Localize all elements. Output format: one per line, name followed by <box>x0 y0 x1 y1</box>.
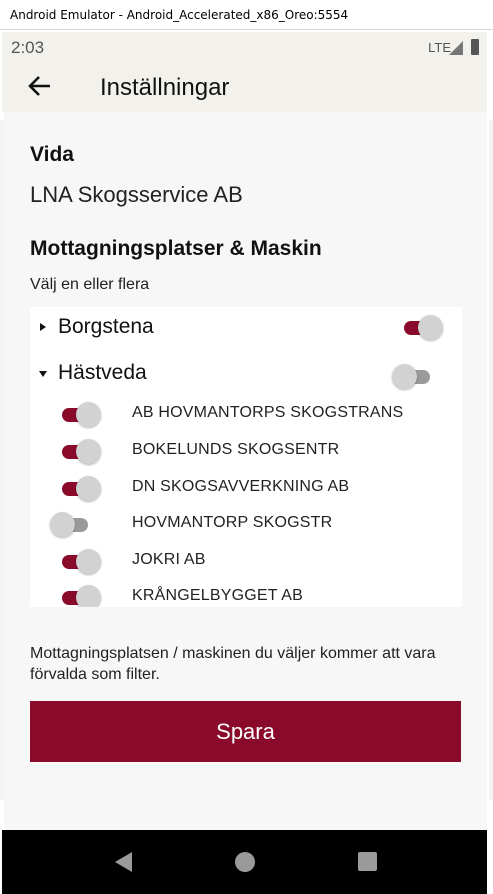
toggle-knob <box>392 364 417 389</box>
emulator-window-title: Android Emulator - Android_Accelerated_x… <box>10 8 349 22</box>
toggle-knob <box>76 585 101 607</box>
list-item[interactable]: HOVMANTORP SKOGSTR <box>30 506 462 542</box>
list-item[interactable]: AB HOVMANTORPS SKOGSTRANS <box>30 396 462 432</box>
battery-icon <box>471 39 479 55</box>
list-item[interactable]: JOKRI AB <box>30 543 462 579</box>
caret-right-icon <box>40 323 46 331</box>
item-label: KRÅNGELBYGGET AB <box>132 587 303 604</box>
toggle-knob <box>76 439 101 464</box>
item-toggle[interactable] <box>58 547 102 575</box>
group-toggle-hastveda[interactable] <box>392 362 436 390</box>
vida-company: LNA Skogsservice AB <box>30 182 243 207</box>
list-item[interactable]: DN SKOGSAVVERKNING AB <box>30 470 462 506</box>
status-time: 2:03 <box>11 38 45 57</box>
item-toggle[interactable] <box>58 437 102 465</box>
group-row-borgstena[interactable]: Borgstena <box>30 309 462 345</box>
receiving-subtitle: Välj en eller flera <box>30 276 150 293</box>
item-label: BOKELUNDS SKOGSENTR <box>132 441 340 458</box>
toggle-knob <box>76 476 101 501</box>
page-title: Inställningar <box>100 74 230 101</box>
group-toggle-borgstena[interactable] <box>400 313 444 341</box>
toggle-knob <box>76 402 101 427</box>
receiving-heading: Mottagningsplatser & Maskin <box>30 237 322 260</box>
arrow-left-icon[interactable] <box>26 72 54 100</box>
square-recent-icon[interactable] <box>358 852 377 871</box>
item-toggle[interactable] <box>58 474 102 502</box>
item-toggle[interactable] <box>58 400 102 428</box>
receiving-list: Borgstena Hästveda AB HOVMANTORPS SKOGST… <box>30 307 462 607</box>
background-window-edge-right <box>489 120 493 800</box>
signal-icon <box>449 41 463 55</box>
item-label: AB HOVMANTORPS SKOGSTRANS <box>132 404 404 421</box>
android-nav-bar <box>2 830 487 894</box>
list-item[interactable]: KRÅNGELBYGGET AB <box>30 579 462 607</box>
item-toggle[interactable] <box>58 583 102 607</box>
triangle-back-icon[interactable] <box>115 852 132 872</box>
filter-hint: Mottagningsplatsen / maskinen du väljer … <box>30 645 436 683</box>
vida-heading: Vida <box>30 143 74 166</box>
item-label: DN SKOGSAVVERKNING AB <box>132 478 350 495</box>
circle-home-icon[interactable] <box>235 852 255 872</box>
caret-down-icon <box>39 371 47 377</box>
list-item[interactable]: BOKELUNDS SKOGSENTR <box>30 433 462 469</box>
network-type: LTE <box>428 40 451 55</box>
settings-content: Vida LNA Skogsservice AB Mottagningsplat… <box>4 112 487 830</box>
group-label: Borgstena <box>58 315 154 338</box>
emulator-title-bar: Android Emulator - Android_Accelerated_x… <box>0 0 493 30</box>
toggle-knob <box>50 512 75 537</box>
item-label: HOVMANTORP SKOGSTR <box>132 514 333 531</box>
toggle-knob <box>418 315 443 340</box>
app-bar: Inställningar <box>2 62 487 112</box>
group-row-hastveda[interactable]: Hästveda <box>30 355 462 391</box>
item-label: JOKRI AB <box>132 551 206 568</box>
group-label: Hästveda <box>58 361 147 384</box>
save-button[interactable]: Spara <box>30 701 461 762</box>
toggle-knob <box>76 549 101 574</box>
status-bar: 2:03 LTE <box>2 32 487 62</box>
item-toggle[interactable] <box>50 510 94 538</box>
